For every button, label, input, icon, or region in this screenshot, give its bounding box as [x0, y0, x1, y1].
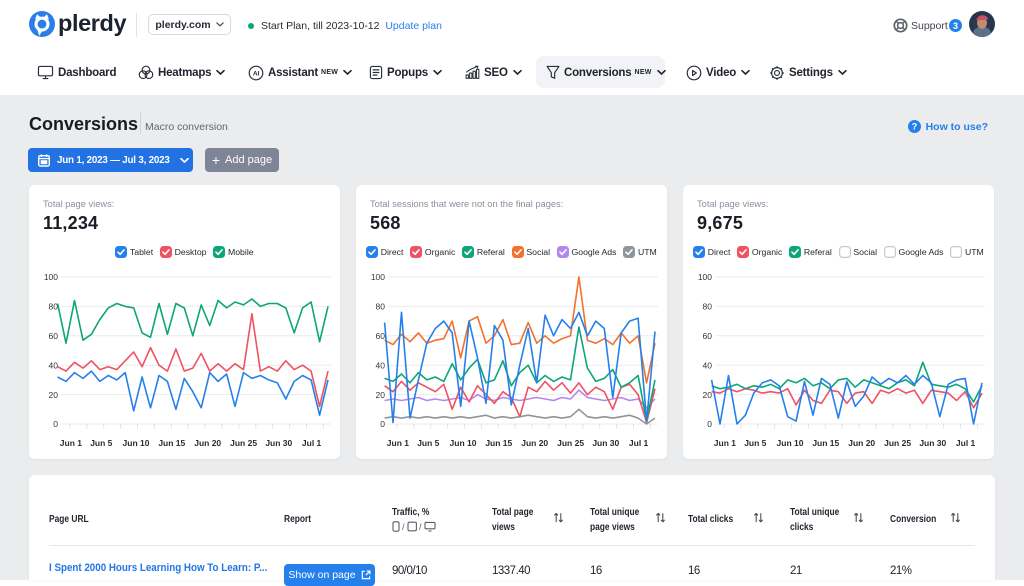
svg-text:AI: AI: [253, 70, 260, 77]
svg-text:Jun 1: Jun 1: [714, 438, 736, 448]
svg-text:60: 60: [49, 331, 59, 341]
svg-text:Jun 1: Jun 1: [60, 438, 82, 448]
svg-text:Jun 15: Jun 15: [158, 438, 185, 448]
svg-text:Jun 25: Jun 25: [884, 438, 911, 448]
svg-text:Jun 20: Jun 20: [848, 438, 875, 448]
svg-text:100: 100: [44, 272, 58, 282]
svg-text:80: 80: [49, 302, 59, 312]
svg-text:80: 80: [376, 302, 386, 312]
svg-text:Jun 15: Jun 15: [812, 438, 839, 448]
svg-text:100: 100: [371, 272, 385, 282]
svg-text:Jun 10: Jun 10: [777, 438, 804, 448]
svg-text:Jul 1: Jul 1: [956, 438, 976, 448]
svg-text:/: /: [419, 522, 422, 532]
svg-text:/: /: [402, 522, 405, 532]
svg-text:0: 0: [707, 419, 712, 429]
svg-text:Jun 30: Jun 30: [919, 438, 946, 448]
svg-text:0: 0: [380, 419, 385, 429]
svg-text:Jun 30: Jun 30: [592, 438, 619, 448]
svg-text:Jun 25: Jun 25: [557, 438, 584, 448]
svg-text:60: 60: [376, 331, 386, 341]
svg-text:Jun 25: Jun 25: [230, 438, 257, 448]
svg-text:40: 40: [376, 360, 386, 370]
svg-text:Jun 1: Jun 1: [387, 438, 409, 448]
svg-text:60: 60: [703, 331, 713, 341]
svg-text:Jul 1: Jul 1: [302, 438, 322, 448]
svg-text:Jun 15: Jun 15: [485, 438, 512, 448]
svg-text:20: 20: [49, 390, 59, 400]
svg-text:Jun 5: Jun 5: [744, 438, 766, 448]
svg-text:Jun 5: Jun 5: [90, 438, 112, 448]
svg-text:100: 100: [698, 272, 712, 282]
svg-text:?: ?: [911, 122, 917, 132]
svg-text:Jun 30: Jun 30: [265, 438, 292, 448]
svg-text:Jun 10: Jun 10: [123, 438, 150, 448]
svg-text:80: 80: [703, 302, 713, 312]
svg-text:20: 20: [376, 390, 386, 400]
svg-text:0: 0: [53, 419, 58, 429]
svg-text:Jun 20: Jun 20: [521, 438, 548, 448]
svg-text:40: 40: [703, 360, 713, 370]
svg-text:40: 40: [49, 360, 59, 370]
svg-text:Jun 10: Jun 10: [450, 438, 477, 448]
svg-text:Jul 1: Jul 1: [629, 438, 649, 448]
svg-text:Jun 5: Jun 5: [417, 438, 439, 448]
svg-text:Jun 20: Jun 20: [194, 438, 221, 448]
svg-text:20: 20: [703, 390, 713, 400]
